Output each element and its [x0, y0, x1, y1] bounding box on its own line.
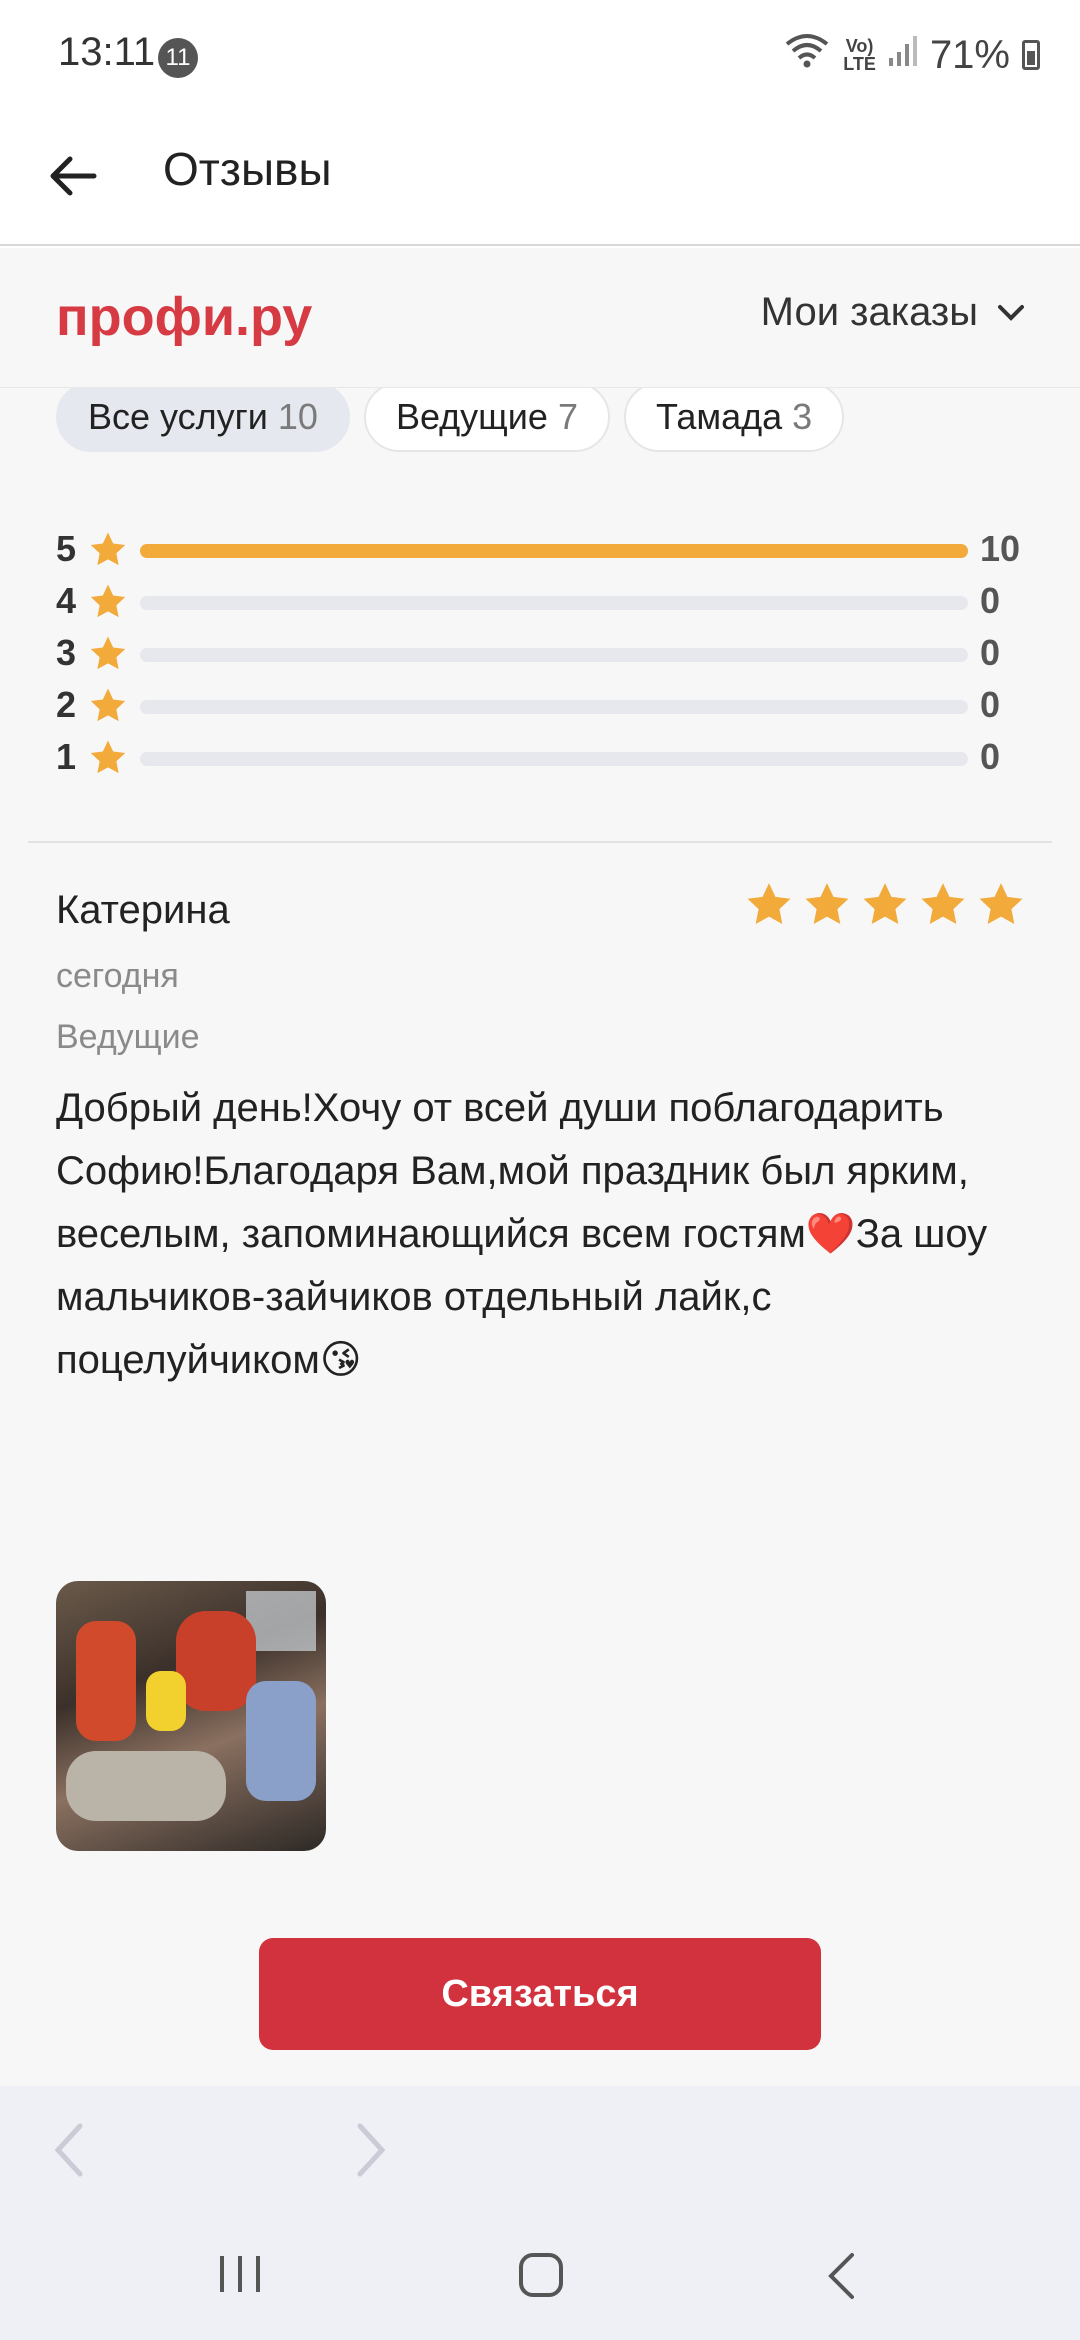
rating-bar-track [140, 752, 968, 766]
review-category: Ведущие [56, 1018, 200, 1056]
rating-stars-label: 5 [56, 528, 77, 569]
rating-row-4: 4 0 [56, 574, 1026, 626]
photo-shape [66, 1751, 226, 1821]
chip-all-services[interactable]: Все услуги 10 [56, 382, 350, 452]
chip-label: Ведущие [395, 396, 548, 437]
chevron-left-icon [54, 2123, 83, 2177]
home-button[interactable] [518, 2252, 564, 2303]
status-icons: Vo) LTE 71% [783, 30, 1040, 80]
volte-icon: Vo) LTE [843, 37, 876, 73]
service-filter-chips: Все услуги 10 Ведущие 7 Тамада 3 [56, 382, 845, 452]
rating-count: 0 [980, 684, 1001, 725]
photo-shape [246, 1681, 316, 1801]
volte-label: Vo) [845, 36, 874, 56]
rating-count: 0 [980, 736, 1001, 777]
star-icon [979, 883, 1023, 924]
rating-breakdown: 5 10 4 0 3 0 2 0 1 0 [56, 522, 1026, 782]
rating-count: 0 [980, 580, 1001, 621]
divider [28, 841, 1052, 843]
rating-bar-track [140, 544, 968, 558]
rating-bar-track [140, 700, 968, 714]
system-back-button[interactable] [826, 2252, 856, 2305]
chevron-down-icon [998, 304, 1024, 321]
status-bar: 13:11 11 Vo) LTE 71% [0, 0, 1080, 112]
wifi-icon [783, 30, 831, 80]
rating-stars-label: 4 [56, 580, 77, 621]
review-photo[interactable] [56, 1581, 326, 1851]
review-date: сегодня [56, 957, 179, 995]
chip-count: 10 [277, 396, 318, 437]
chip-tamada[interactable]: Тамада 3 [623, 382, 845, 452]
chip-label: Все услуги [88, 396, 268, 437]
browser-forward-button[interactable] [350, 2122, 390, 2183]
browser-nav-bar [0, 2086, 1080, 2206]
rating-bar-fill [140, 544, 968, 558]
my-orders-button[interactable]: Мои заказы [761, 290, 1026, 335]
chevron-right-icon [357, 2123, 386, 2177]
photo-shape [246, 1591, 316, 1651]
bottom-action-bar: Связаться [0, 1894, 1080, 2086]
photo-shape [176, 1611, 256, 1711]
rating-stars-label: 2 [56, 684, 77, 725]
star-icon [747, 883, 791, 924]
notification-badge: 11 [158, 38, 198, 78]
status-time: 13:11 [58, 30, 156, 74]
star-icon [90, 740, 126, 774]
review-text: Добрый день!Хочу от всей души поблагодар… [56, 1086, 988, 1382]
battery-percent: 71% [929, 32, 1010, 77]
app-bar: Отзывы [0, 112, 1080, 246]
back-button[interactable] [44, 146, 104, 206]
rating-row-2: 2 0 [56, 678, 1026, 730]
rating-stars-label: 3 [56, 632, 77, 673]
chip-label: Тамада [655, 396, 783, 437]
lte-label: LTE [843, 54, 876, 74]
profi-logo[interactable]: профи.ру [56, 286, 312, 348]
rating-row-3: 3 0 [56, 626, 1026, 678]
my-orders-label: Мои заказы [760, 290, 978, 334]
star-icon [90, 636, 126, 670]
page-title: Отзывы [163, 143, 332, 195]
system-nav-bar [0, 2206, 1080, 2340]
rating-row-5: 5 10 [56, 522, 1026, 574]
star-icon [90, 688, 126, 722]
chip-hosts[interactable]: Ведущие 7 [363, 382, 610, 452]
recent-apps-icon [220, 2256, 260, 2292]
arrow-left-icon [50, 156, 97, 196]
back-chevron-icon [828, 2253, 854, 2299]
browser-back-button[interactable] [50, 2122, 90, 2183]
star-icon [863, 883, 907, 924]
star-icon [90, 584, 126, 618]
rating-bar-track [140, 596, 968, 610]
rating-count: 0 [980, 632, 1001, 673]
chip-count: 3 [792, 396, 813, 437]
review-card: Катерина сегодня Ведущие Добрый день!Хоч… [56, 883, 1026, 1392]
rating-stars-label: 1 [56, 736, 77, 777]
star-icon [921, 883, 965, 924]
battery-icon [1022, 40, 1040, 70]
photo-shape [146, 1671, 186, 1731]
home-icon [519, 2253, 563, 2297]
photo-shape [76, 1621, 136, 1741]
rating-row-1: 1 0 [56, 730, 1026, 782]
contact-button[interactable]: Связаться [259, 1938, 821, 2050]
recent-apps-button[interactable] [218, 2254, 262, 2299]
chip-count: 7 [557, 396, 578, 437]
review-rating-stars [744, 880, 1026, 930]
brand-header: профи.ру Мои заказы [0, 248, 1080, 388]
rating-bar-track [140, 648, 968, 662]
star-icon [90, 532, 126, 566]
rating-count: 10 [980, 528, 1021, 569]
star-icon [805, 883, 849, 924]
signal-icon [888, 33, 918, 78]
web-content: профи.ру Мои заказы Все услуги 10 Ведущи… [0, 248, 1080, 1898]
